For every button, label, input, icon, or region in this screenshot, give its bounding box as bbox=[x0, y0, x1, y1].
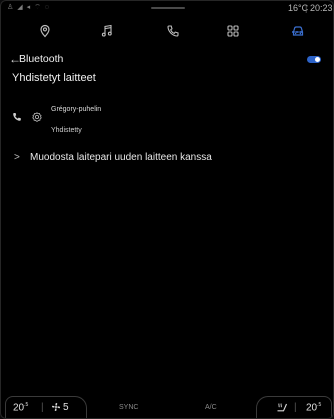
infotainment-screen: ♙ ◢ ◂ ⌔ ◌ 16°C | 20:23 ← Bluetooth Yhdis… bbox=[0, 0, 334, 419]
fan-level[interactable]: 5 bbox=[63, 402, 69, 413]
page-title: Bluetooth bbox=[19, 53, 64, 65]
apps-grid-icon bbox=[227, 25, 239, 37]
clock: 20:23 bbox=[310, 3, 333, 13]
status-bar: ♙ ◢ ◂ ⌔ ◌ 16°C | 20:23 bbox=[1, 1, 333, 15]
driver-temperature[interactable]: 20.5 bbox=[13, 402, 28, 413]
phone-icon[interactable] bbox=[12, 112, 22, 122]
status-icons: ♙ ◢ ◂ ⌔ ◌ bbox=[7, 3, 49, 12]
driver-temperature-value: 20 bbox=[13, 402, 25, 414]
device-name: Grégory-puhelin bbox=[51, 106, 102, 113]
nav-phone[interactable] bbox=[158, 17, 188, 45]
nav-page-indicator bbox=[292, 31, 304, 34]
wifi-icon: ⌔ bbox=[34, 4, 41, 11]
section-title-connected-devices: Yhdistetyt laitteet bbox=[12, 72, 96, 84]
fan-icon[interactable] bbox=[51, 402, 61, 412]
climate-divider-left: | bbox=[41, 402, 44, 413]
signal-icon: ◢ bbox=[17, 4, 23, 11]
climate-divider-right: | bbox=[294, 402, 297, 413]
user-icon: ♙ bbox=[7, 4, 14, 11]
device-status: Yhdistetty bbox=[51, 127, 82, 134]
phone-icon bbox=[167, 25, 179, 37]
seat-heating-icon[interactable] bbox=[276, 402, 288, 412]
nav-navigation[interactable] bbox=[30, 17, 60, 45]
pair-new-device-row[interactable]: > Muodosta laitepari uuden laitteen kans… bbox=[1, 149, 333, 167]
chevron-right-icon: > bbox=[14, 152, 20, 163]
passenger-temperature[interactable]: 20.5 bbox=[306, 402, 321, 413]
location-icon: ◂ bbox=[26, 4, 31, 11]
climate-bar: 20.5 | 5 SYNC A/C | 20.5 bbox=[1, 396, 333, 418]
status-separator: | bbox=[305, 3, 308, 13]
sync-button[interactable]: SYNC bbox=[119, 404, 138, 411]
bluetooth-toggle[interactable] bbox=[307, 56, 321, 63]
top-navigation bbox=[1, 17, 333, 45]
ac-button[interactable]: A/C bbox=[205, 404, 217, 411]
notification-icon: ◌ bbox=[44, 4, 49, 11]
music-note-icon bbox=[101, 24, 112, 37]
passenger-temperature-value: 20 bbox=[306, 402, 318, 414]
nav-apps[interactable] bbox=[218, 17, 248, 45]
location-pin-icon bbox=[40, 24, 50, 38]
pair-new-device-label: Muodosta laitepari uuden laitteen kanssa bbox=[30, 152, 212, 163]
page-header: ← Bluetooth bbox=[1, 49, 333, 69]
passenger-temperature-decimal: .5 bbox=[317, 402, 322, 408]
nav-music[interactable] bbox=[92, 17, 122, 45]
driver-temperature-decimal: .5 bbox=[24, 402, 29, 408]
gear-icon[interactable] bbox=[32, 112, 42, 122]
pull-down-handle[interactable] bbox=[151, 7, 185, 9]
device-row[interactable]: Grégory-puhelin Yhdistetty bbox=[1, 101, 333, 141]
